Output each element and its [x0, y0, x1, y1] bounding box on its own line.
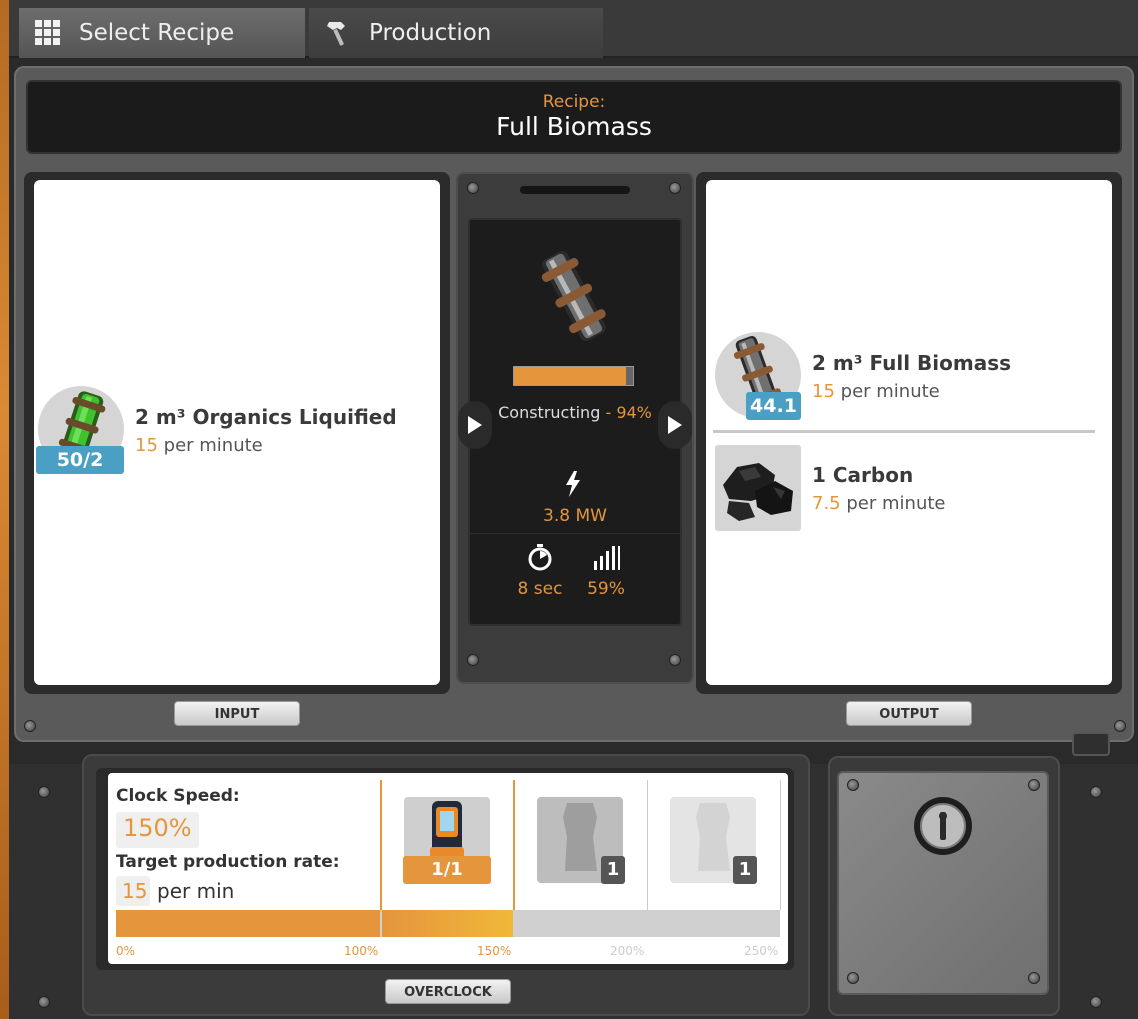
shard-count-badge: 1/1: [403, 856, 491, 884]
screw-icon: [38, 786, 50, 798]
biomass-canister-icon: [541, 250, 606, 342]
input-item-name: 2 m³ Organics Liquified: [135, 405, 397, 429]
keylock-icon[interactable]: [912, 795, 974, 857]
target-rate-unit: per min: [157, 879, 235, 903]
shard-count-badge: 1: [601, 856, 625, 884]
output-rate-value: 15: [812, 381, 835, 402]
scale-label: 150%: [477, 944, 512, 958]
panel-slot: [520, 186, 630, 194]
tab-bar: Select Recipe Production: [9, 0, 1138, 58]
hammer-icon: [327, 22, 345, 46]
target-rate-value: 15: [122, 879, 148, 903]
input-item-rate: 15 per minute: [135, 435, 263, 456]
divider: [380, 780, 382, 910]
status-label: Constructing: [498, 403, 601, 422]
panel-knob: [1072, 732, 1110, 756]
tab-select-recipe-label: Select Recipe: [79, 20, 235, 46]
divider: [513, 780, 515, 910]
production-progress-fill: [514, 367, 626, 385]
scale-label: 200%: [610, 944, 645, 958]
input-rate-value: 15: [135, 435, 158, 456]
status-percent: 94%: [616, 403, 652, 422]
screw-icon: [1114, 720, 1126, 732]
item-count-badge: 50/2: [36, 446, 124, 474]
scale-label: 0%: [116, 944, 136, 958]
screw-icon: [24, 720, 36, 732]
machine-status: Constructing - 94%: [468, 403, 682, 422]
output-item-rate: 7.5 per minute: [812, 493, 945, 514]
clock-speed-value: 150%: [123, 814, 192, 842]
clock-slider-overclock-fill: [382, 910, 513, 937]
stopwatch-icon: [528, 544, 552, 571]
screw-icon: [1028, 972, 1040, 984]
shard-count-badge: 1: [733, 856, 757, 884]
recipe-label: Recipe:: [542, 92, 606, 112]
power-icon: [566, 471, 580, 497]
output-item-name: 1 Carbon: [812, 463, 914, 487]
screw-icon: [1028, 779, 1040, 791]
output-rate-unit: per minute: [840, 381, 940, 402]
clock-speed-label: Clock Speed:: [116, 786, 240, 806]
output-item-rate: 15 per minute: [812, 381, 940, 402]
target-rate-label: Target production rate:: [116, 852, 340, 872]
recipe-name: Full Biomass: [496, 112, 652, 141]
grid-icon: [35, 20, 60, 45]
clock-slider-segment: [515, 910, 647, 937]
efficiency-bars-icon: [594, 546, 620, 570]
output-arrow-icon: [658, 401, 692, 449]
power-value: 3.8 MW: [543, 506, 607, 526]
output-rate-value: 7.5: [812, 493, 841, 514]
output-divider: [713, 430, 1095, 433]
screw-icon: [669, 654, 681, 666]
screw-icon: [467, 654, 479, 666]
screw-icon: [847, 779, 859, 791]
screw-icon: [1090, 996, 1102, 1008]
tab-production[interactable]: Production: [309, 8, 603, 58]
clock-slider-segment: [649, 910, 780, 937]
item-count-badge: 44.1: [746, 392, 801, 420]
screw-icon: [669, 182, 681, 194]
output-item-name: 2 m³ Full Biomass: [812, 351, 1012, 375]
divider: [468, 533, 682, 534]
scale-label: 250%: [744, 944, 779, 958]
output-rate-unit: per minute: [846, 493, 946, 514]
input-arrow-icon: [458, 401, 492, 449]
screw-icon: [1090, 786, 1102, 798]
clock-slider-base-fill: [116, 910, 380, 937]
screw-icon: [38, 996, 50, 1008]
input-tag: INPUT: [174, 701, 300, 726]
output-tag: OUTPUT: [846, 701, 972, 726]
scale-label: 100%: [344, 944, 379, 958]
input-rate-unit: per minute: [163, 435, 263, 456]
divider: [780, 780, 781, 910]
status-separator: -: [600, 403, 617, 422]
overclock-tag: OVERCLOCK: [385, 979, 511, 1004]
screw-icon: [847, 972, 859, 984]
tab-production-label: Production: [369, 20, 492, 46]
screw-icon: [467, 182, 479, 194]
divider: [647, 780, 648, 910]
efficiency-value: 59%: [587, 579, 625, 599]
tab-select-recipe[interactable]: Select Recipe: [19, 8, 305, 58]
window-edge: [0, 0, 9, 1019]
carbon-icon[interactable]: [715, 445, 801, 531]
recipe-header: Recipe: Full Biomass: [26, 80, 1122, 154]
